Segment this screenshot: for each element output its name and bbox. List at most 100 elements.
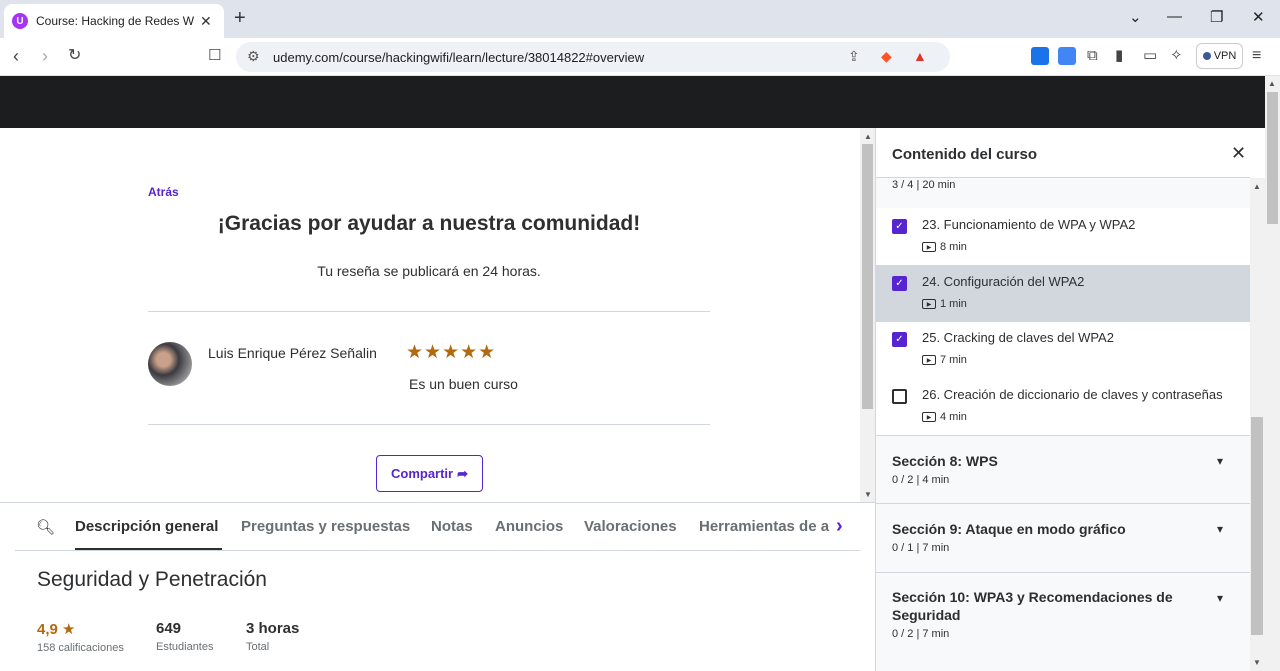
lecture-duration: ▶ 7 min [922,354,967,366]
lecture-title: 26. Creación de diccionario de claves y … [922,387,1223,402]
hours-label: Total [246,641,270,653]
sidebar-toggle-icon[interactable]: ▮ [1115,46,1123,66]
lecture-item[interactable]: 26. Creación de diccionario de claves y … [876,378,1250,435]
course-tabs: 🔍︎ Descripción general Preguntas y respu… [0,502,875,551]
rating-value: 4,9 [37,621,58,638]
share-page-icon[interactable]: ⇪ [848,48,860,65]
address-bar[interactable]: ⚙ udemy.com/course/hackingwifi/learn/lec… [236,42,950,72]
chevron-right-icon[interactable]: › [836,515,843,538]
section-item[interactable]: Sección 9: Ataque en modo gráfico 0 / 1 … [876,503,1250,572]
lecture-item-active[interactable]: ✓ 24. Configuración del WPA2 ▶ 1 min [876,265,1250,322]
share-arrow-icon: ➦ [457,465,469,481]
lecture-duration: ▶ 1 min [922,298,967,310]
share-button[interactable]: Compartir ➦ [376,455,483,492]
duration-text: 7 min [940,354,967,366]
rating-stat: 4,9 ★ 158 calificaciones [37,620,124,654]
publish-note: Tu reseña se publicará en 24 horas. [317,263,541,279]
section-meta: 0 / 2 | 7 min [892,628,950,640]
star-rating: ★★★★★ [406,342,497,363]
video-icon: ▶ [922,412,936,422]
close-window-button[interactable]: ✕ [1252,8,1265,26]
lecture-checkbox[interactable]: ✓ [892,332,907,347]
hours-value: 3 horas [246,620,300,637]
reviewer-name: Luis Enrique Pérez Señalin [208,345,377,361]
duration-text: 4 min [940,411,967,423]
video-icon: ▶ [922,355,936,365]
url-text: udemy.com/course/hackingwifi/learn/lectu… [273,49,645,65]
lecture-item[interactable]: ✓ 23. Funcionamiento de WPA y WPA2 ▶ 8 m… [876,208,1250,265]
page-scrollbar-thumb[interactable] [1267,92,1278,224]
translate-extension-icon[interactable] [1058,47,1076,65]
tab-overview[interactable]: Descripción general [75,518,218,535]
restore-button[interactable]: ❐ [1210,8,1223,26]
tab-announcements[interactable]: Anuncios [495,518,563,535]
leo-ai-icon[interactable]: ✧ [1170,46,1183,66]
tab-tools[interactable]: Herramientas de a [699,518,829,535]
section-item[interactable]: Sección 8: WPS 0 / 2 | 4 min ▾ [876,435,1250,503]
forward-icon[interactable]: › [42,46,48,66]
review-text: Es un buen curso [409,376,518,392]
tab-notes[interactable]: Notas [431,518,473,535]
reload-icon[interactable]: ↻ [68,46,81,66]
lecture-title: 24. Configuración del WPA2 [922,274,1085,289]
lecture-checkbox[interactable]: ✓ [892,276,907,291]
students-label: Estudiantes [156,641,214,653]
search-icon[interactable]: 🔍︎ [36,518,55,536]
sidebar-title: Contenido del curso [892,146,1038,163]
divider [148,424,710,425]
scroll-up-icon[interactable]: ▲ [864,132,872,141]
course-content-sidebar: Contenido del curso ✕ 3 / 4 | 20 min ✓ 2… [875,128,1250,671]
lecture-title: 23. Funcionamiento de WPA y WPA2 [922,217,1136,232]
lecture-item[interactable]: ✓ 25. Cracking de claves del WPA2 ▶ 7 mi… [876,321,1250,378]
back-link[interactable]: Atrás [148,185,179,199]
menu-icon[interactable]: ≡ [1252,46,1261,66]
lecture-duration: ▶ 8 min [922,241,967,253]
main-content: Atrás ¡Gracias por ayudar a nuestra comu… [0,128,875,671]
share-label: Compartir [390,466,454,481]
close-icon[interactable]: ✕ [1231,143,1246,164]
new-tab-button[interactable]: + [234,8,246,28]
chevron-down-icon[interactable]: ▾ [1217,591,1223,605]
sidebar-header: Contenido del curso ✕ [876,128,1250,178]
rating-label: 158 calificaciones [37,642,124,654]
section-title: Sección 9: Ataque en modo gráfico [892,521,1126,537]
scroll-up-icon[interactable]: ▲ [1268,79,1276,88]
scroll-down-icon[interactable]: ▼ [1253,658,1261,667]
chevron-down-icon[interactable]: ▾ [1217,522,1223,536]
section-meta: 0 / 2 | 4 min [892,474,950,486]
tab-search-chevron-icon[interactable]: ⌄ [1129,8,1142,26]
lecture-checkbox[interactable]: ✓ [892,219,907,234]
scroll-down-icon[interactable]: ▼ [864,490,872,499]
vpn-button[interactable]: VPN [1196,43,1243,69]
divider [148,311,710,312]
bookmark-icon[interactable]: ☐ [208,46,221,66]
minimize-button[interactable]: — [1167,8,1182,25]
section-meta: 0 / 1 | 7 min [892,542,950,554]
section-title: Sección 8: WPS [892,453,998,469]
video-icon: ▶ [922,242,936,252]
lecture-checkbox[interactable] [892,389,907,404]
brave-rewards-icon[interactable]: ▲ [913,48,927,64]
back-icon[interactable]: ‹ [13,46,19,66]
section-item[interactable]: Sección 10: WPA3 y Recomendaciones de Se… [876,572,1250,671]
chevron-down-icon[interactable]: ▾ [1217,454,1223,468]
hours-stat: 3 horas Total [246,620,299,653]
tabs-divider [15,550,860,551]
extension-screen-icon[interactable] [1031,47,1049,65]
course-player-header [0,76,1265,128]
review-confirmation-panel: Atrás ¡Gracias por ayudar a nuestra comu… [0,128,860,502]
sidebar-scrollbar-thumb[interactable] [1251,417,1263,635]
tab-reviews[interactable]: Valoraciones [584,518,677,535]
extensions-puzzle-icon[interactable]: ⧉ [1087,46,1098,66]
site-settings-icon[interactable]: ⚙ [247,48,260,65]
browser-tab-bar: U Course: Hacking de Redes Wi-F ✕ + ⌄ — … [0,0,1280,38]
scroll-up-icon[interactable]: ▲ [1253,182,1261,191]
tab-qa[interactable]: Preguntas y respuestas [241,518,410,535]
close-tab-icon[interactable]: ✕ [200,13,212,30]
review-scrollbar-thumb[interactable] [862,144,873,409]
brave-shields-icon[interactable]: ◆ [881,48,892,65]
browser-tab[interactable]: U Course: Hacking de Redes Wi-F ✕ [4,4,224,38]
wallet-icon[interactable]: ▭ [1143,46,1157,66]
students-value: 649 [156,620,182,637]
reviewer-avatar [148,342,192,386]
